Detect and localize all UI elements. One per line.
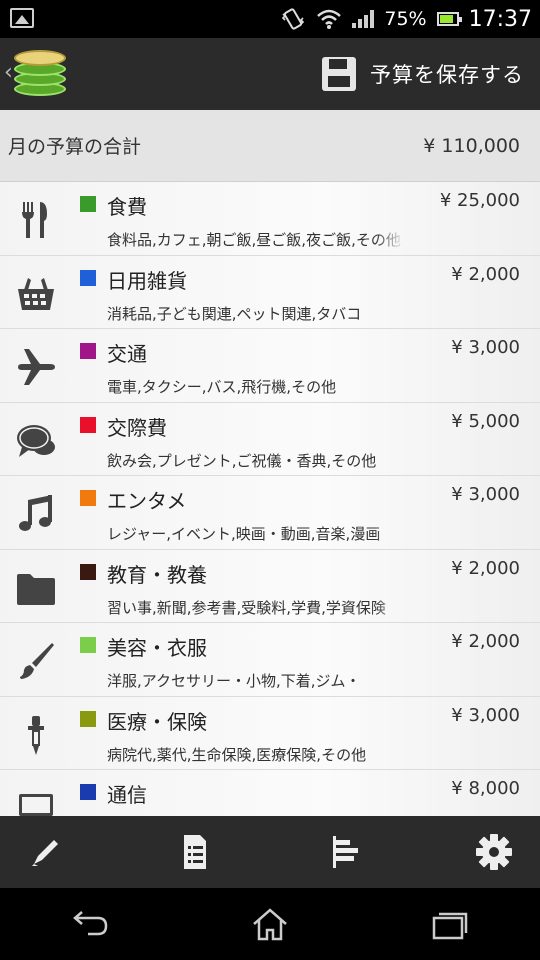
document-list-icon [184, 835, 207, 869]
category-row[interactable]: 医療・保険 ¥ 3,000 病院代,薬代,生命保険,医療保険,その他 [0, 696, 540, 770]
category-amount: ¥ 3,000 [451, 337, 520, 358]
save-budget-button[interactable]: 予算を保存する [322, 52, 524, 96]
category-amount: ¥ 3,000 [451, 484, 520, 505]
dropper-icon [14, 713, 58, 757]
gallery-notification-icon [10, 8, 34, 28]
category-color-swatch [80, 710, 96, 727]
category-color-swatch [80, 269, 96, 286]
home-icon [253, 908, 287, 941]
clock: 17:37 [468, 6, 532, 32]
speech-bubble-icon [14, 419, 58, 463]
recent-apps-icon [432, 912, 468, 940]
home-button[interactable] [248, 906, 292, 942]
category-name: 日用雑貨 [107, 268, 187, 293]
category-name: 医療・保険 [107, 709, 207, 734]
bottom-toolbar [0, 816, 540, 888]
category-amount: ¥ 5,000 [451, 410, 520, 432]
category-color-swatch [80, 563, 96, 580]
fork-knife-icon [14, 198, 58, 242]
category-name: エンタメ [107, 489, 187, 513]
battery-percent: 75% [384, 8, 427, 30]
category-color-swatch [80, 196, 96, 212]
category-color-swatch [80, 784, 96, 800]
wifi-icon [317, 9, 342, 29]
list-button[interactable] [175, 832, 215, 872]
back-icon [73, 911, 108, 936]
category-color-swatch [80, 416, 96, 433]
category-name: 美容・衣服 [107, 636, 207, 660]
category-description: 消耗品,子ども関連,ペット関連,タバコ [107, 304, 362, 323]
category-list[interactable]: 食費 ¥ 25,000 食料品,カフェ,朝ご飯,昼ご飯,夜ご飯,その他日用雑貨 ¥ 2… [0, 182, 540, 816]
category-color-swatch [80, 637, 96, 653]
computer-icon [14, 786, 58, 816]
category-row[interactable]: エンタメ ¥ 3,000 レジャー,イベント,映画・動画,音楽,漫画 [0, 476, 540, 550]
category-amount: ¥ 2,000 [451, 263, 520, 285]
category-amount: ¥ 8,000 [451, 778, 520, 799]
up-arrow-icon: ‹ [4, 60, 13, 85]
category-amount: ¥ 3,000 [451, 704, 520, 726]
category-row[interactable]: 美容・衣服 ¥ 2,000 洋服,アクセサリー・小物,下着,ジム・ [0, 623, 540, 697]
category-row[interactable]: 交通 ¥ 3,000 電車,タクシー,バス,飛行機,その他 [0, 329, 540, 403]
status-bar: 75% 17:37 [0, 0, 540, 38]
save-budget-label: 予算を保存する [370, 63, 524, 87]
monthly-total-row: 月の予算の合計 ¥ 110,000 [0, 110, 540, 182]
pen-icon [32, 840, 58, 866]
pen-button[interactable] [26, 832, 66, 872]
category-color-swatch [80, 490, 96, 506]
category-name: 交通 [107, 342, 147, 366]
system-nav-bar [0, 888, 540, 960]
folder-icon [14, 566, 58, 610]
paintbrush-icon [14, 639, 58, 683]
category-amount: ¥ 25,000 [439, 190, 520, 211]
music-note-icon [14, 492, 58, 536]
basket-icon [14, 272, 58, 316]
category-description: レジャー,イベント,映画・動画,音楽,漫画 [107, 525, 381, 543]
vibrate-icon [282, 8, 305, 30]
settings-button[interactable] [474, 832, 514, 872]
back-button[interactable] [68, 906, 112, 942]
category-row[interactable]: 交際費 ¥ 5,000 飲み会,プレゼント,ご祝儀・香典,その他 [0, 402, 540, 476]
category-name: 教育・教養 [107, 562, 207, 587]
category-description: 洋服,アクセサリー・小物,下着,ジム・ [107, 672, 361, 690]
category-row[interactable]: 教育・教養 ¥ 2,000 習い事,新聞,参考書,受験料,学費,学資保険 [0, 549, 540, 623]
category-description: 電車,タクシー,バス,飛行機,その他 [107, 378, 337, 396]
category-description: 病院代,薬代,生命保険,医療保険,その他 [107, 745, 367, 764]
category-description: 飲み会,プレゼント,ご祝儀・香典,その他 [107, 451, 377, 470]
airplane-icon [14, 345, 58, 389]
category-amount: ¥ 2,000 [451, 557, 520, 579]
chart-button[interactable] [325, 832, 365, 872]
category-row[interactable]: 食費 ¥ 25,000 食料品,カフェ,朝ご飯,昼ご飯,夜ご飯,その他 [0, 182, 540, 256]
category-description: 習い事,新聞,参考書,受験料,学費,学資保険 [107, 598, 386, 617]
category-name: 通信 [107, 783, 147, 807]
category-name: 食費 [107, 195, 147, 219]
category-row[interactable]: 日用雑貨 ¥ 2,000 消耗品,子ども関連,ペット関連,タバコ [0, 255, 540, 329]
monthly-total-label: 月の予算の合計 [8, 136, 142, 158]
home-up-button[interactable]: ‹ [0, 38, 80, 110]
category-color-swatch [80, 343, 96, 359]
signal-icon [352, 10, 375, 28]
app-bar: ‹ 予算を保存する [0, 38, 540, 111]
category-description: 食料品,カフェ,朝ご飯,昼ご飯,夜ご飯,その他 [107, 231, 401, 249]
bar-chart-icon [332, 836, 358, 868]
monthly-total-value: ¥ 110,000 [423, 134, 520, 157]
app-logo-icon [14, 50, 68, 100]
category-row[interactable]: 通信 ¥ 8,000 [0, 770, 540, 816]
floppy-disk-icon [322, 57, 356, 91]
category-name: 交際費 [107, 415, 167, 440]
category-amount: ¥ 2,000 [451, 631, 520, 652]
recent-apps-button[interactable] [428, 906, 472, 942]
status-right: 75% 17:37 [280, 0, 532, 38]
battery-icon [436, 12, 462, 26]
gear-icon [475, 834, 512, 870]
